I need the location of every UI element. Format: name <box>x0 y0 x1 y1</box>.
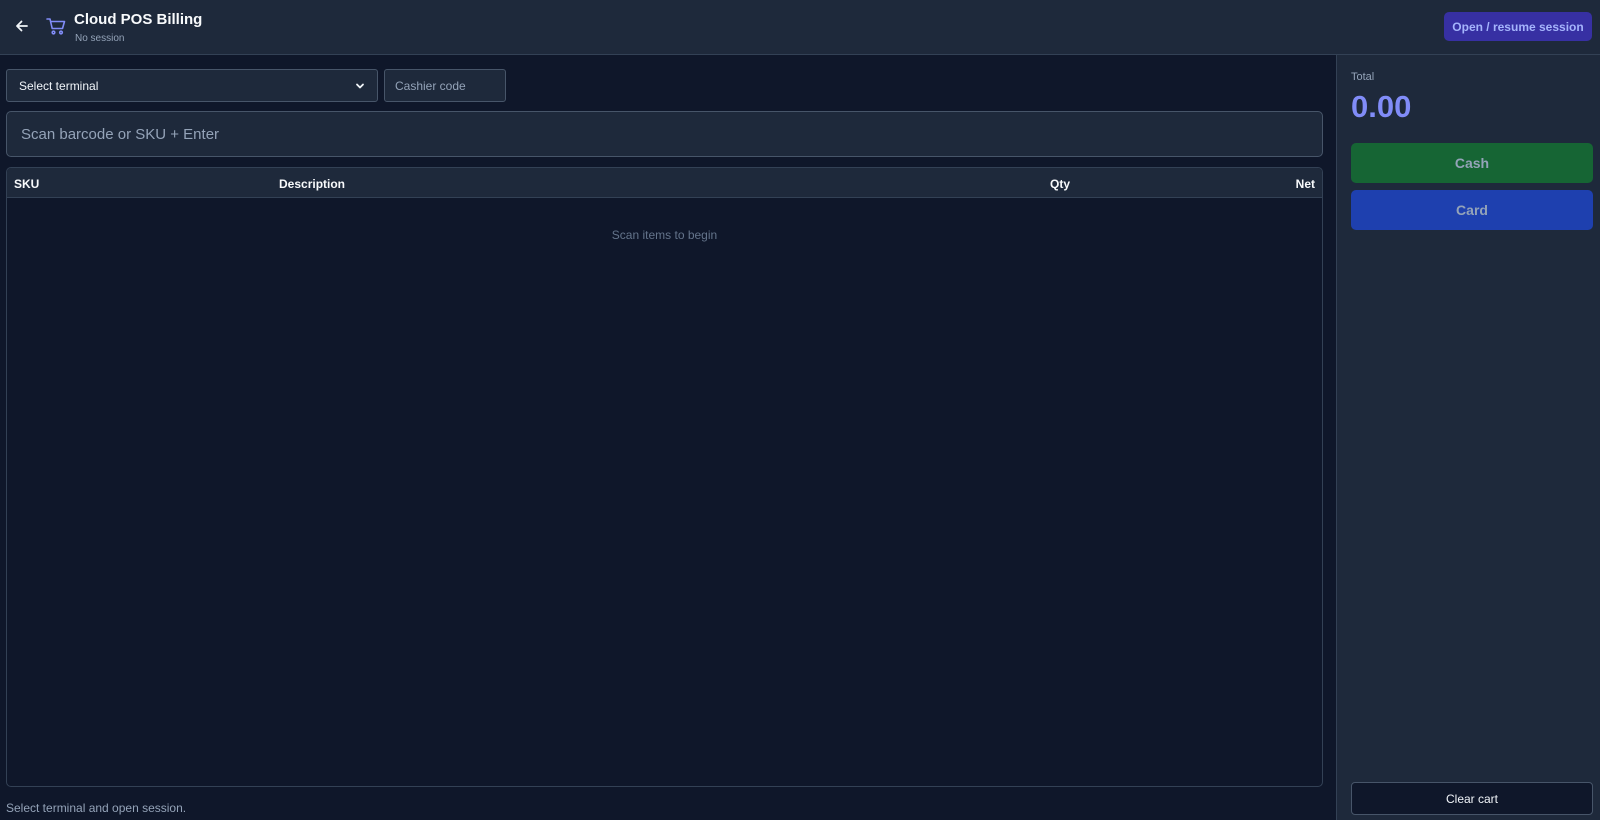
chevron-down-icon <box>356 83 364 88</box>
status-bar-text: Select terminal and open session. <box>6 801 187 815</box>
app-header: Cloud POS Billing No session Open / resu… <box>0 0 1600 55</box>
cart-table: SKU Description Qty Net Scan items to be… <box>6 167 1323 787</box>
clear-cart-button[interactable]: Clear cart <box>1351 782 1593 815</box>
shopping-cart-icon <box>46 18 66 35</box>
total-label: Total <box>1351 71 1375 83</box>
checkout-panel: Total 0.00 Cash Card Clear cart <box>1336 55 1600 820</box>
column-header-net: Net <box>1295 177 1315 191</box>
open-session-button[interactable]: Open / resume session <box>1444 12 1592 41</box>
cashier-code-input[interactable] <box>384 69 506 102</box>
total-amount: 0.00 <box>1351 89 1412 124</box>
arrow-left-icon <box>16 20 28 32</box>
card-payment-button[interactable]: Card <box>1351 190 1593 230</box>
back-button[interactable] <box>11 15 33 37</box>
empty-cart-message: Scan items to begin <box>611 228 718 242</box>
cash-payment-button[interactable]: Cash <box>1351 143 1593 183</box>
column-header-qty: Qty <box>1050 177 1071 191</box>
terminal-select[interactable]: Select terminal <box>6 69 378 102</box>
session-status: No session <box>75 33 125 44</box>
barcode-scan-input[interactable] <box>6 111 1323 157</box>
table-header: SKU Description Qty Net <box>7 168 1322 198</box>
column-header-sku: SKU <box>14 177 40 191</box>
page-title: Cloud POS Billing <box>74 11 203 28</box>
column-header-description: Description <box>279 177 346 191</box>
terminal-select-value: Select terminal <box>19 78 99 93</box>
